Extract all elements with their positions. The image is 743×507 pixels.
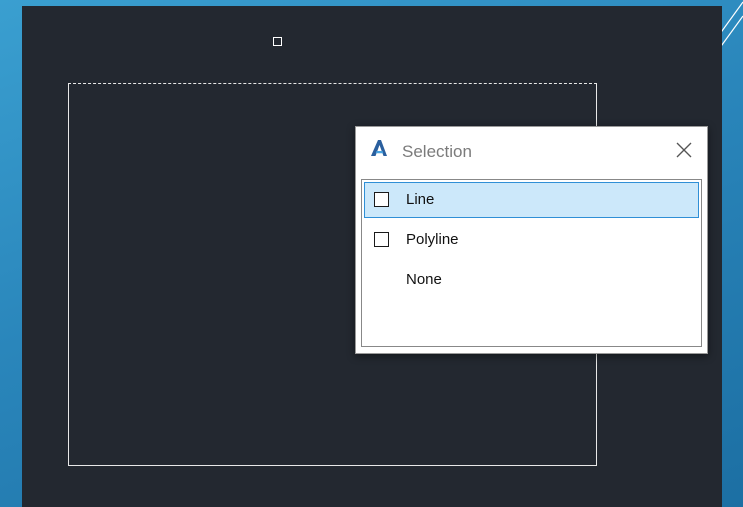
autocad-a-icon: [371, 140, 387, 156]
list-item-label: Polyline: [406, 231, 459, 248]
selection-dialog: Selection Line Polyline None: [355, 126, 708, 354]
list-item-polyline[interactable]: Polyline: [364, 222, 699, 258]
dialog-title: Selection: [402, 142, 472, 161]
list-item-none[interactable]: None: [364, 262, 699, 298]
line-checkbox[interactable]: [374, 192, 389, 207]
pickbox-cursor: [273, 37, 282, 46]
list-item-label: Line: [406, 191, 435, 208]
list-item-line[interactable]: Line: [364, 182, 699, 218]
dialog-titlebar[interactable]: Selection: [356, 127, 707, 174]
selection-list[interactable]: Line Polyline None: [361, 179, 702, 347]
list-item-label: None: [406, 271, 442, 288]
polyline-checkbox[interactable]: [374, 232, 389, 247]
close-button[interactable]: [669, 136, 699, 164]
close-icon: [676, 142, 692, 158]
